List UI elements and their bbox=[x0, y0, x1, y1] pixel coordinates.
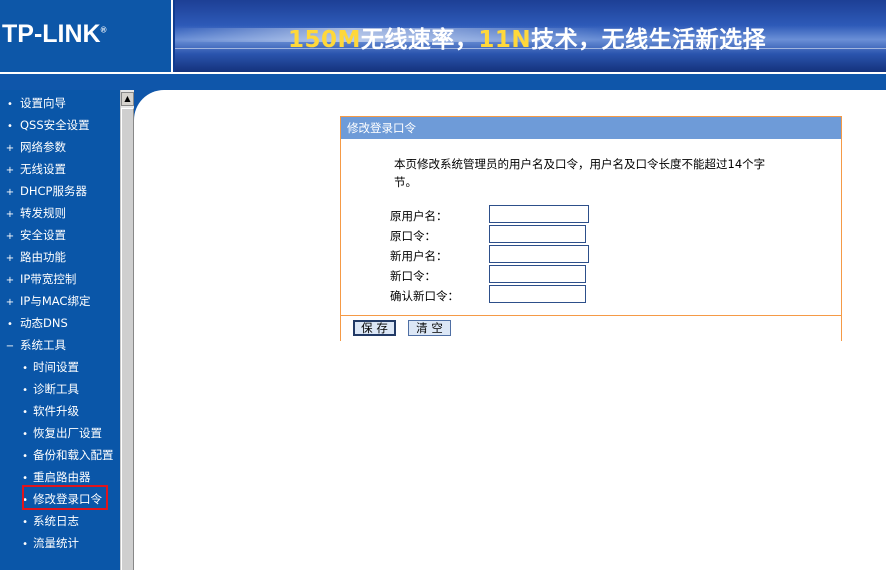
sidebar-item-firmware[interactable]: • 软件升级 bbox=[0, 400, 114, 422]
button-bar: 保 存 清 空 bbox=[341, 315, 841, 341]
panel-description: 本页修改系统管理员的用户名及口令，用户名及口令长度不能超过14个字节。 bbox=[394, 157, 766, 189]
sidebar-item-diagnostics[interactable]: • 诊断工具 bbox=[0, 378, 114, 400]
sidebar-item-wireless[interactable]: + 无线设置 bbox=[0, 158, 114, 180]
new-password-label: 新口令： bbox=[390, 269, 436, 283]
sidebar-item-system-log[interactable]: • 系统日志 bbox=[0, 510, 114, 532]
old-username-label: 原用户名： bbox=[390, 209, 448, 223]
banner-slogan: 150M无线速率，11N技术，无线生活新选择 bbox=[288, 27, 767, 53]
sidebar-item-setup-wizard[interactable]: • 设置向导 bbox=[0, 92, 114, 114]
sidebar-item-ip-mac[interactable]: + IP与MAC绑定 bbox=[0, 290, 114, 312]
change-password-panel: 修改登录口令 本页修改系统管理员的用户名及口令，用户名及口令长度不能超过14个字… bbox=[340, 116, 842, 341]
sidebar-item-time[interactable]: • 时间设置 bbox=[0, 356, 114, 378]
sidebar-item-network[interactable]: + 网络参数 bbox=[0, 136, 114, 158]
tp-link-logo: TP-LINK® bbox=[2, 20, 107, 48]
confirm-password-input[interactable] bbox=[489, 285, 586, 303]
new-username-label: 新用户名： bbox=[390, 249, 448, 263]
sidebar-item-factory-reset[interactable]: • 恢复出厂设置 bbox=[0, 422, 114, 444]
sidebar-item-security[interactable]: + 安全设置 bbox=[0, 224, 114, 246]
sidebar-item-forwarding[interactable]: + 转发规则 bbox=[0, 202, 114, 224]
highlight-box bbox=[22, 485, 108, 510]
save-button[interactable]: 保 存 bbox=[353, 320, 396, 336]
sidebar-scrollbar[interactable]: ▲ bbox=[120, 90, 134, 570]
banner: 150M无线速率，11N技术，无线生活新选择 bbox=[175, 0, 886, 72]
sidebar-item-traffic-stats[interactable]: • 流量统计 bbox=[0, 532, 114, 554]
header: TP-LINK® 150M无线速率，11N技术，无线生活新选择 bbox=[0, 0, 886, 72]
sidebar-item-bandwidth[interactable]: + IP带宽控制 bbox=[0, 268, 114, 290]
panel-title: 修改登录口令 bbox=[341, 117, 841, 139]
clear-button[interactable]: 清 空 bbox=[408, 320, 451, 336]
new-password-input[interactable] bbox=[489, 265, 586, 283]
content-corner bbox=[134, 90, 194, 150]
new-username-input[interactable] bbox=[489, 245, 589, 263]
sidebar-item-system-tools[interactable]: − 系统工具 bbox=[0, 334, 114, 356]
confirm-password-label: 确认新口令： bbox=[390, 289, 459, 303]
sidebar-item-dhcp[interactable]: + DHCP服务器 bbox=[0, 180, 114, 202]
scroll-thumb[interactable] bbox=[121, 108, 134, 570]
sidebar-item-qss[interactable]: • QSS安全设置 bbox=[0, 114, 114, 136]
header-bar bbox=[0, 74, 886, 90]
scroll-up-icon[interactable]: ▲ bbox=[121, 92, 134, 106]
sidebar-item-ddns[interactable]: • 动态DNS bbox=[0, 312, 114, 334]
sidebar-item-backup[interactable]: • 备份和载入配置 bbox=[0, 444, 113, 466]
logo-area: TP-LINK® bbox=[0, 0, 173, 72]
old-password-input[interactable] bbox=[489, 225, 586, 243]
old-username-input[interactable] bbox=[489, 205, 589, 223]
old-password-label: 原口令： bbox=[390, 229, 436, 243]
sidebar-item-routing[interactable]: + 路由功能 bbox=[0, 246, 114, 268]
